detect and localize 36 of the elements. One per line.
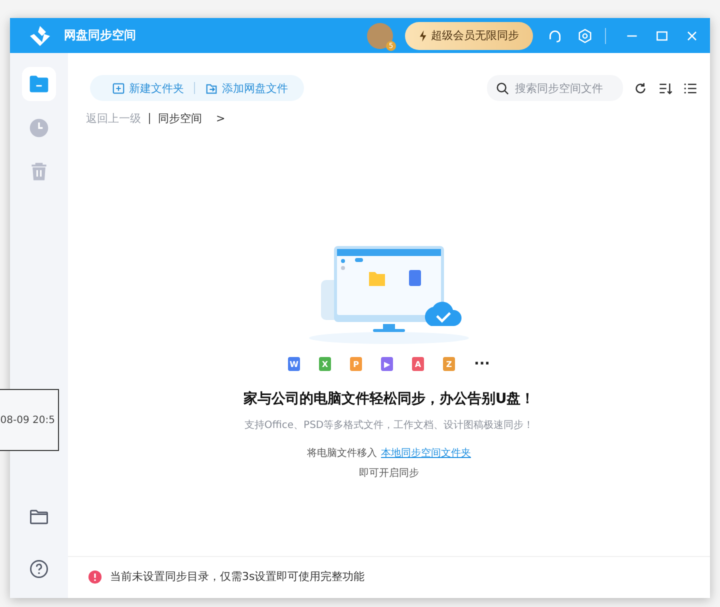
add-button[interactable]: 添加网盘文件 [201,80,292,96]
file-type-icon: W [288,357,300,371]
refresh-icon[interactable] [633,80,648,96]
file-type-icon: ▶ [381,357,394,371]
file-type-icon: X [319,357,332,371]
logo-icon [28,24,52,48]
settings-icon[interactable] [577,28,593,44]
warning-icon [88,570,102,584]
folder-arrow-icon [205,82,218,94]
help-icon[interactable] [28,558,50,580]
lightning-icon [419,30,427,42]
file-type-icon: Z [443,357,456,371]
hint-text: 将电脑文件移入 [307,446,377,460]
breadcrumb-current: 同步空间 [158,111,202,126]
sync-folder-link[interactable]: 本地同步空间文件夹 [381,446,471,460]
sort-icon[interactable] [658,80,673,96]
more-icon: ··· [474,356,490,372]
new-folder-button[interactable]: 新建文件夹 [108,80,188,96]
folder-icon [28,73,50,95]
file-type-icon: A [412,357,424,371]
search-field[interactable]: 搜索同步空间文件 [487,75,623,101]
headset-icon[interactable] [547,28,563,44]
hint-text: 即可开启同步 [359,466,419,480]
window-title: 网盘同步空间 [64,27,136,44]
vip-button[interactable]: 超级会员无限同步 [405,22,533,50]
empty-title: 家与公司的电脑文件轻松同步，办公告别U盘！ [243,390,535,408]
empty-subtitle: 支持Office、PSD等多格式文件，工作文档、设计图稿极速同步！ [244,418,534,432]
back-link[interactable]: 返回上一级 [86,111,141,126]
files-tab[interactable] [22,67,56,101]
breadcrumb-arrow: > [216,112,226,125]
clock-icon [28,117,50,139]
list-view-icon[interactable] [683,80,698,96]
file-type-icon: P [350,357,362,371]
notice-text: 当前未设置同步目录，仅需3s设置即可使用完整功能 [110,569,365,584]
plus-icon [112,82,125,94]
tooltip: 08-09 20:5 [0,389,59,451]
